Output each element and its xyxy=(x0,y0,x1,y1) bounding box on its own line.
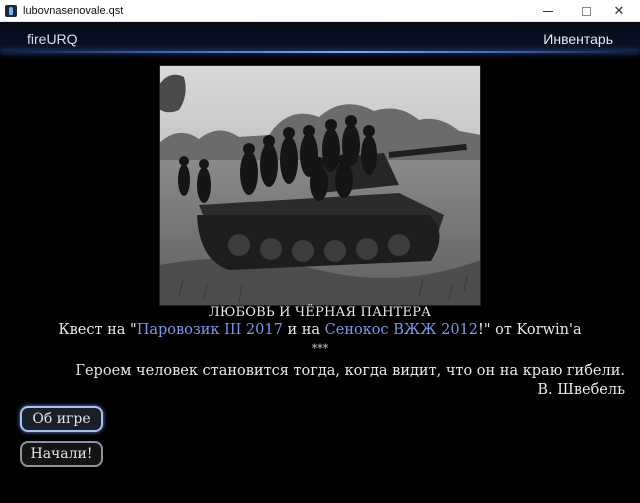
minimize-icon xyxy=(543,10,553,12)
about-game-button[interactable]: Об игре xyxy=(20,406,103,432)
app-icon xyxy=(5,4,17,17)
contest-link-senokos[interactable]: Сенокос ВЖЖ 2012 xyxy=(325,322,478,338)
tank-photo xyxy=(159,65,481,306)
quest-prefix: Квест на " xyxy=(58,322,137,338)
epigraph-author: В. Швебель xyxy=(537,382,625,398)
start-button[interactable]: Начали! xyxy=(20,441,103,467)
inventory-button[interactable]: Инвентарь xyxy=(543,31,613,47)
contest-link-parovozik[interactable]: Паровозик III 2017 xyxy=(137,322,283,338)
window-title: lubovnasenovale.qst xyxy=(23,4,124,17)
quest-credits: Квест на "Паровозик III 2017 и на Сеноко… xyxy=(0,322,640,338)
separator: *** xyxy=(311,342,329,355)
game-title: ЛЮБОВЬ И ЧЁРНАЯ ПАНТЕРА xyxy=(208,305,432,320)
quest-suffix: !" от Korwin'a xyxy=(478,322,582,338)
header-glow-line xyxy=(0,51,640,53)
close-button[interactable]: ✕ xyxy=(596,0,640,22)
window-titlebar: lubovnasenovale.qst ✕ xyxy=(0,0,640,22)
maximize-icon xyxy=(581,6,591,16)
brand-label: fireURQ xyxy=(27,31,78,47)
epigraph-quote: Героем человек становится тогда, когда в… xyxy=(75,363,625,379)
quest-middle: и на xyxy=(282,322,325,338)
game-window: lubovnasenovale.qst ✕ fireURQ Инвентарь xyxy=(0,0,640,503)
close-icon: ✕ xyxy=(613,3,625,19)
